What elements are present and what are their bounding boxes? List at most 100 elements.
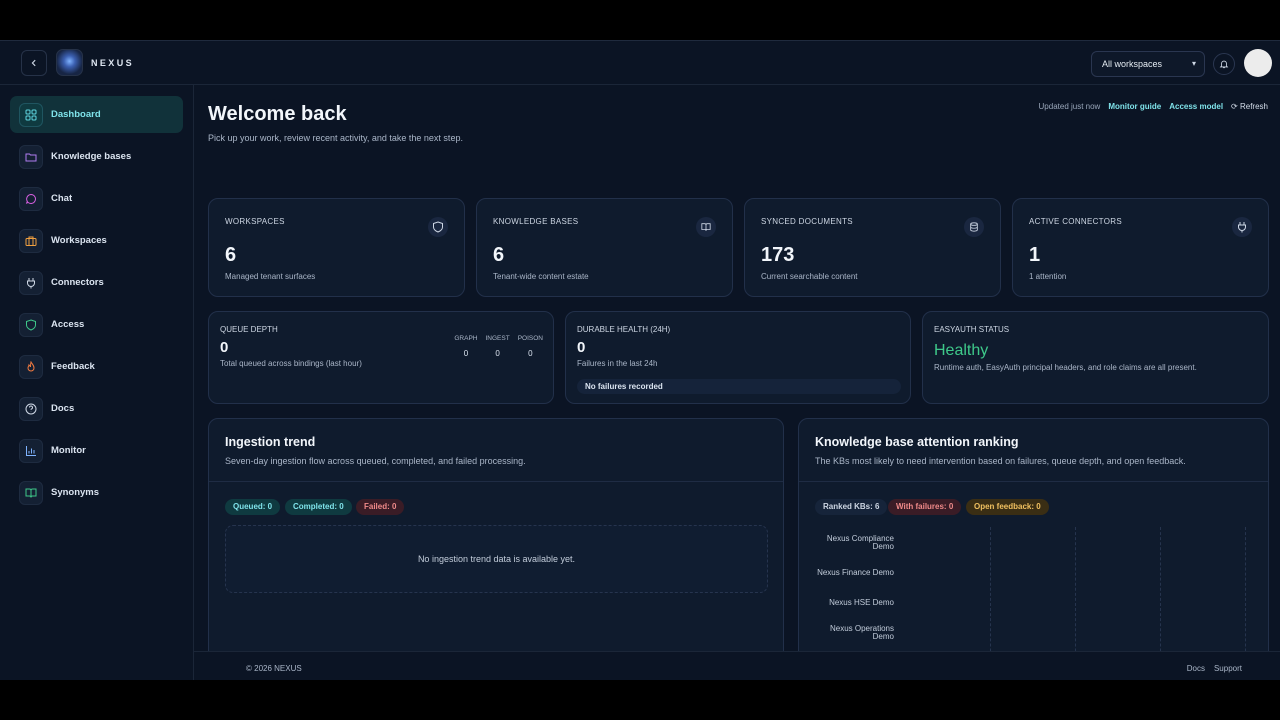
sidebar-item-knowledge-bases[interactable]: Knowledge bases bbox=[10, 138, 183, 175]
queue-graph-label: GRAPH bbox=[454, 335, 478, 342]
workspaces-value: 6 bbox=[225, 244, 237, 266]
footer-docs-link[interactable]: Docs bbox=[1187, 664, 1205, 673]
book-icon bbox=[696, 217, 716, 237]
kb-ranking-chart: Nexus Compliance Demo Nexus Finance Demo N… bbox=[799, 419, 1270, 680]
queue-depth-value: 0 bbox=[220, 339, 229, 356]
app-window: NEXUS All workspaces ▾ Dashboard Knowledg… bbox=[0, 40, 1280, 680]
sidebar-item-label: Feedback bbox=[51, 361, 95, 372]
footer-links: Docs Support bbox=[1187, 664, 1242, 673]
workspace-select[interactable]: All workspaces ▾ bbox=[1091, 51, 1205, 77]
queue-depth-card: QUEUE DEPTH 0 Total queued across bindin… bbox=[208, 311, 554, 404]
notifications-button[interactable] bbox=[1213, 53, 1235, 75]
easyauth-title: EASYAUTH STATUS bbox=[934, 325, 1010, 334]
queue-graph: GRAPH 0 bbox=[454, 335, 477, 358]
sidebar-item-label: Access bbox=[51, 319, 85, 330]
queue-depth-title: QUEUE DEPTH bbox=[220, 325, 278, 334]
user-avatar[interactable] bbox=[1244, 49, 1272, 77]
chart-category-label: Nexus Operations Demo bbox=[829, 624, 894, 641]
workspaces-subtitle: Managed tenant surfaces bbox=[225, 272, 316, 281]
updated-status: Updated just now bbox=[1038, 102, 1101, 111]
sidebar-item-feedback[interactable]: Feedback bbox=[10, 348, 183, 385]
chart-category-label: Nexus Compliance Demo bbox=[826, 534, 894, 551]
sidebar-item-chat[interactable]: Chat bbox=[10, 180, 183, 217]
sidebar-item-label: Docs bbox=[51, 403, 75, 414]
knowledge-bases-value: 6 bbox=[493, 244, 505, 266]
database-icon bbox=[964, 217, 984, 237]
durable-health-status: No failures recorded bbox=[577, 379, 901, 394]
knowledge-bases-card[interactable]: KNOWLEDGE BASES 6 Tenant-wide content es… bbox=[476, 198, 733, 297]
footer: © 2026 NEXUS Docs Support bbox=[194, 651, 1280, 680]
failed-pill: Failed: 0 bbox=[356, 499, 405, 515]
active-connectors-card[interactable]: ACTIVE CONNECTORS 1 1 attention bbox=[1012, 198, 1269, 297]
ingestion-empty-state: No ingestion trend data is available yet… bbox=[225, 525, 768, 593]
sidebar-item-label: Monitor bbox=[51, 445, 86, 456]
chat-icon bbox=[19, 186, 43, 211]
durable-health-subtitle: Failures in the last 24h bbox=[577, 359, 658, 368]
knowledge-bases-subtitle: Tenant-wide content estate bbox=[493, 272, 589, 281]
workspaces-title: WORKSPACES bbox=[225, 217, 285, 226]
synced-documents-card[interactable]: SYNCED DOCUMENTS 173 Current searchable … bbox=[744, 198, 1001, 297]
shield-icon bbox=[19, 312, 43, 337]
page-subtitle: Pick up your work, review recent activit… bbox=[208, 133, 463, 143]
sidebar: Dashboard Knowledge bases Chat Workspaces Co… bbox=[0, 85, 194, 680]
refresh-icon: ⟳ bbox=[1231, 102, 1238, 111]
sidebar-item-monitor[interactable]: Monitor bbox=[10, 432, 183, 469]
plug-icon bbox=[1232, 217, 1252, 237]
sidebar-item-workspaces[interactable]: Workspaces bbox=[10, 222, 183, 259]
monitor-guide-link[interactable]: Monitor guide bbox=[1108, 102, 1161, 111]
access-model-link[interactable]: Access model bbox=[1169, 102, 1223, 111]
sidebar-item-label: Synonyms bbox=[51, 487, 100, 498]
sidebar-item-docs[interactable]: Docs bbox=[10, 390, 183, 427]
workspaces-card[interactable]: WORKSPACES 6 Managed tenant surfaces bbox=[208, 198, 465, 297]
synced-documents-subtitle: Current searchable content bbox=[761, 272, 858, 281]
queue-ingest: INGEST 0 bbox=[486, 335, 510, 358]
page-title: Welcome back bbox=[208, 103, 347, 125]
shield-icon bbox=[428, 217, 448, 237]
queue-ingest-label: INGEST bbox=[485, 335, 510, 342]
knowledge-bases-title: KNOWLEDGE BASES bbox=[493, 217, 579, 226]
queue-graph-value: 0 bbox=[463, 349, 469, 358]
page-meta: Updated just now Monitor guide Access mo… bbox=[1039, 102, 1268, 111]
kb-ranking-panel: Knowledge base attention ranking The KBs… bbox=[798, 418, 1269, 680]
active-connectors-title: ACTIVE CONNECTORS bbox=[1029, 217, 1122, 226]
ingestion-trend-panel: Ingestion trend Seven-day ingestion flow… bbox=[208, 418, 784, 680]
easyauth-card: EASYAUTH STATUS Healthy Runtime auth, Ea… bbox=[922, 311, 1269, 404]
refresh-button[interactable]: ⟳ Refresh bbox=[1231, 102, 1268, 111]
brand-name: NEXUS bbox=[91, 58, 135, 68]
back-button[interactable] bbox=[21, 50, 47, 76]
help-circle-icon bbox=[19, 396, 43, 421]
easyauth-status: Healthy bbox=[934, 342, 989, 359]
sidebar-item-access[interactable]: Access bbox=[10, 306, 183, 343]
folder-icon bbox=[19, 144, 43, 169]
bar-chart-icon bbox=[19, 438, 43, 463]
workspace-select-value: All workspaces bbox=[1102, 59, 1163, 69]
durable-health-card: DURABLE HEALTH (24H) 0 Failures in the l… bbox=[565, 311, 911, 404]
sidebar-item-label: Workspaces bbox=[51, 235, 107, 246]
chevron-down-icon: ▾ bbox=[1191, 59, 1196, 68]
footer-copyright: © 2026 NEXUS bbox=[246, 664, 302, 673]
book-open-icon bbox=[19, 480, 43, 505]
footer-support-link[interactable]: Support bbox=[1214, 664, 1242, 673]
queue-depth-breakdown: GRAPH 0 INGEST 0 POISON 0 bbox=[454, 335, 543, 358]
durable-health-title: DURABLE HEALTH (24H) bbox=[577, 325, 671, 334]
queue-poison-label: POISON bbox=[517, 335, 543, 342]
active-connectors-subtitle: 1 attention bbox=[1029, 272, 1067, 281]
flame-icon bbox=[19, 354, 43, 379]
durable-health-value: 0 bbox=[577, 339, 586, 356]
refresh-label: Refresh bbox=[1239, 102, 1268, 111]
plug-icon bbox=[19, 270, 43, 295]
main-content: Welcome back Pick up your work, review r… bbox=[194, 85, 1280, 680]
chart-category-label: Nexus HSE Demo bbox=[829, 598, 894, 607]
sidebar-item-dashboard[interactable]: Dashboard bbox=[10, 96, 183, 133]
queue-depth-subtitle: Total queued across bindings (last hour) bbox=[220, 359, 362, 368]
chevron-left-icon bbox=[31, 59, 36, 67]
completed-pill: Completed: 0 bbox=[285, 499, 352, 515]
nexus-logo[interactable] bbox=[56, 49, 83, 76]
queue-poison: POISON 0 bbox=[518, 335, 543, 358]
synced-documents-value: 173 bbox=[761, 244, 795, 266]
sidebar-item-label: Knowledge bases bbox=[51, 151, 132, 162]
top-bar: NEXUS All workspaces ▾ bbox=[0, 41, 1280, 85]
sidebar-item-connectors[interactable]: Connectors bbox=[10, 264, 183, 301]
sidebar-item-synonyms[interactable]: Synonyms bbox=[10, 474, 183, 511]
queued-pill: Queued: 0 bbox=[225, 499, 281, 515]
